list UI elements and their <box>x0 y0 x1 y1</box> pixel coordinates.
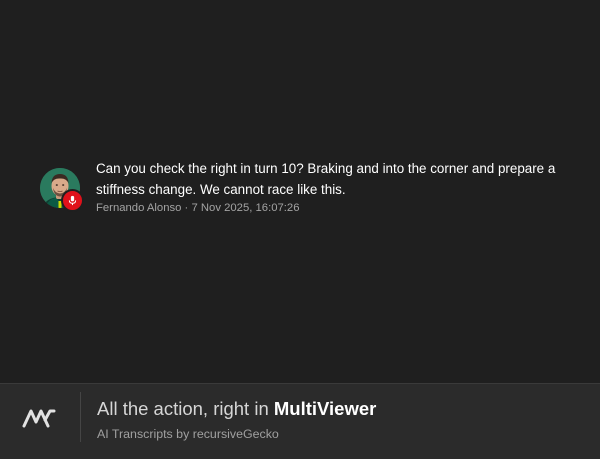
avatar-container <box>40 168 84 212</box>
microphone-icon <box>68 195 77 206</box>
transcript-message: Can you check the right in turn 10? Brak… <box>40 158 580 216</box>
footer-banner: All the action, right in MultiViewer AI … <box>0 383 600 459</box>
message-meta: Fernando Alonso · 7 Nov 2025, 16:07:26 <box>96 200 576 216</box>
tagline-text: All the action, right in <box>97 398 274 419</box>
message-timestamp: 7 Nov 2025, 16:07:26 <box>191 202 300 214</box>
footer-credit: AI Transcripts by recursiveGecko <box>97 427 279 441</box>
footer-tagline: All the action, right in MultiViewer <box>97 398 376 420</box>
message-body: Can you check the right in turn 10? Brak… <box>96 158 576 216</box>
author-name: Fernando Alonso <box>96 202 182 214</box>
transcript-page: Can you check the right in turn 10? Brak… <box>0 0 600 459</box>
microphone-badge <box>61 189 84 212</box>
footer-divider <box>80 392 81 442</box>
message-text: Can you check the right in turn 10? Brak… <box>96 161 556 197</box>
multiviewer-logo-icon[interactable] <box>21 406 57 430</box>
brand-name: MultiViewer <box>273 398 377 419</box>
meta-separator: · <box>181 202 192 214</box>
